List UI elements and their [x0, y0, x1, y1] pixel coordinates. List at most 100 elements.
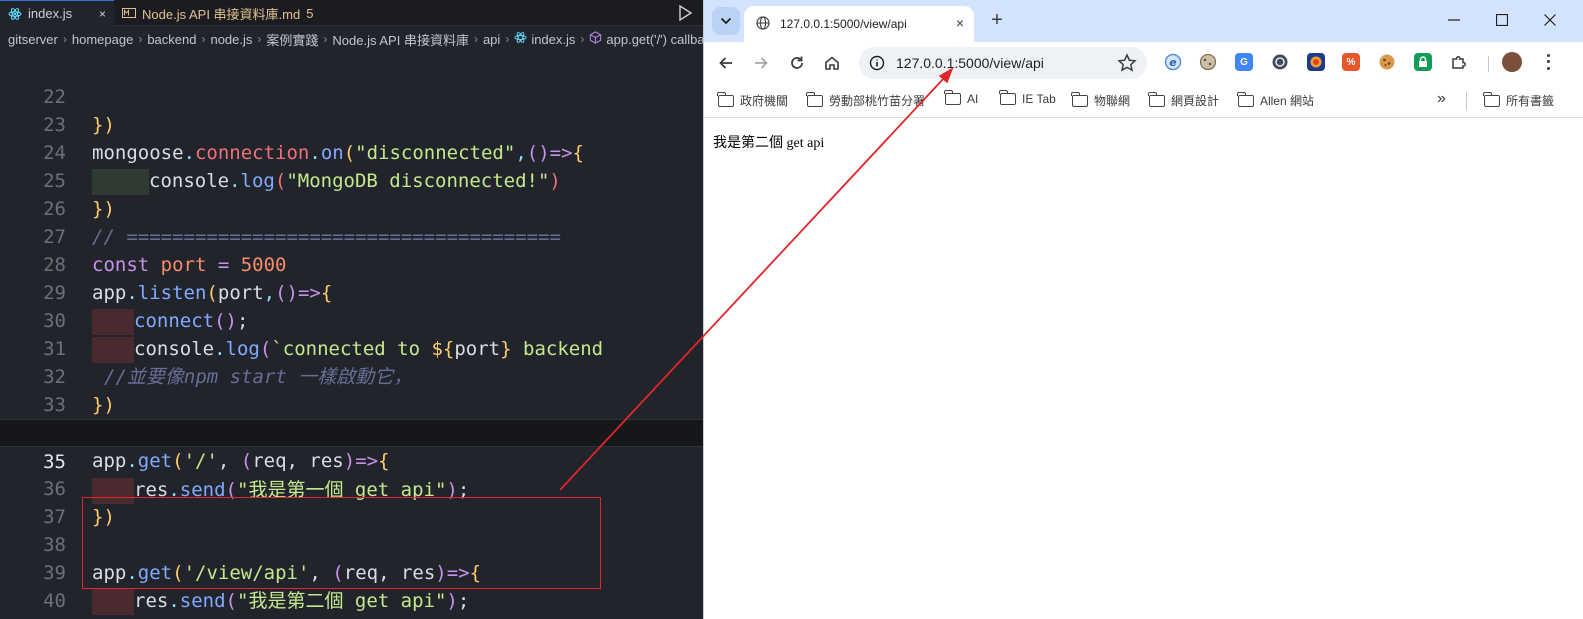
chevron-right-icon: › [257, 32, 262, 46]
profile-avatar[interactable] [1502, 52, 1522, 72]
folder-icon [1237, 91, 1254, 107]
new-tab-button[interactable]: + [986, 9, 1008, 31]
chevron-right-icon: › [323, 32, 328, 46]
bookmark-label: 物聯網 [1094, 94, 1131, 108]
breadcrumb-item[interactable]: Node.js API 串接資料庫 [332, 30, 469, 49]
more-menu-icon[interactable] [1542, 52, 1554, 72]
bookmark-label: 所有書籤 [1506, 94, 1555, 108]
home-button[interactable] [820, 51, 844, 75]
bookmark-folder[interactable]: 網頁設計 [1148, 91, 1219, 109]
firefox-ext-icon[interactable] [1307, 53, 1325, 71]
tab-index-js[interactable]: index.js × [0, 0, 114, 26]
chevron-right-icon: › [138, 32, 143, 46]
bookmarks-divider [1466, 92, 1467, 110]
breadcrumb-item[interactable]: node.js [210, 32, 252, 47]
minimize-button[interactable] [1442, 8, 1466, 32]
folder-icon [944, 90, 961, 105]
breadcrumb-item[interactable]: 案例實踐 [266, 30, 318, 49]
bookmark-folder[interactable]: Allen 網站 [1237, 91, 1315, 109]
code-line: 31 //並要像npm start 一樣啟動它， [0, 307, 703, 388]
react-icon [8, 7, 22, 21]
address-bar[interactable]: 127.0.0.1:5000/view/api [859, 47, 1147, 79]
window-close-button[interactable] [1538, 8, 1562, 32]
chevron-right-icon: › [62, 32, 67, 46]
breadcrumb-item[interactable]: backend [147, 32, 196, 47]
code-line: 23 mongoose.connection.on("disconnected"… [0, 83, 703, 164]
method-icon [589, 31, 602, 47]
bookmark-folder[interactable]: 政府機關 [717, 91, 788, 109]
code-line: 29 connect(); [0, 251, 703, 335]
puzzle-ext-icon[interactable] [1450, 53, 1468, 71]
cookie2-ext-icon[interactable] [1378, 53, 1396, 71]
editor-tab-bar: index.js × Node.js API 串接資料庫.md 5 [0, 0, 703, 26]
cookie-ext-icon[interactable] [1199, 53, 1217, 71]
folder-icon [717, 91, 734, 107]
bookmark-folder[interactable]: 物聯網 [1071, 91, 1131, 109]
bookmark-label: 勞動部桃竹苗分署 [829, 94, 926, 108]
browser-tab-active[interactable]: 127.0.0.1:5000/view/api × [744, 6, 974, 42]
bookmark-folder[interactable]: 勞動部桃竹苗分署 [806, 91, 926, 109]
ie-tab-ext-icon[interactable]: e [1164, 53, 1182, 71]
globe-icon [756, 15, 770, 33]
code-line: 22 }) [0, 55, 703, 136]
chevron-right-icon: › [473, 32, 478, 46]
code-line-active: 35 res.send("我是第一個 get api"); [0, 419, 703, 504]
arrow-right-icon [755, 57, 768, 69]
breadcrumb-item[interactable]: api [483, 32, 500, 47]
arrow-left-icon [719, 57, 732, 69]
chat-ext-icon[interactable] [1271, 53, 1289, 71]
folder-icon [999, 90, 1016, 105]
tab-title: 127.0.0.1:5000/view/api [780, 17, 907, 31]
close-icon[interactable]: × [956, 15, 964, 31]
code-line: 34 app.get('/', (req, res)=>{ [0, 391, 703, 472]
close-icon [1544, 14, 1556, 26]
chevron-right-icon: › [505, 32, 510, 46]
folder-icon [1148, 91, 1165, 107]
code-line: 32 }) [0, 335, 703, 416]
code-line: 36 }) [0, 447, 703, 528]
svg-text:e: e [1169, 56, 1177, 69]
run-icon[interactable] [677, 4, 693, 22]
bookmark-folder[interactable]: AI [944, 90, 978, 106]
breadcrumb: gitserver › homepage › backend › node.js › 案… [0, 27, 703, 51]
reload-icon [791, 56, 803, 69]
breadcrumb-item[interactable]: homepage [72, 32, 133, 47]
bookmarks-bar: 政府機關 勞動部桃竹苗分署 AI IE Tab 物聯網 網頁設計 Allen 網… [704, 84, 1583, 118]
browser-tab-strip: 127.0.0.1:5000/view/api × + [704, 0, 1583, 42]
star-icon[interactable] [1117, 53, 1137, 73]
code-line: 25 }) [0, 139, 703, 220]
code-line: 24 console.log("MongoDB disconnected!") [0, 111, 703, 195]
breadcrumb-item[interactable]: gitserver [8, 32, 58, 47]
code-line: 28 app.listen(port,()=>{ [0, 223, 703, 304]
folder-icon [806, 91, 823, 107]
bookmark-folder[interactable]: IE Tab [999, 90, 1056, 106]
bookmarks-overflow-button[interactable]: » [1437, 90, 1446, 108]
code-line: 33 [0, 363, 703, 416]
markdown-icon [122, 6, 136, 20]
translate-ext-icon[interactable]: G [1235, 53, 1253, 71]
close-icon[interactable]: × [99, 7, 106, 21]
chevron-right-icon: › [580, 32, 585, 46]
bookmark-label: IE Tab [1022, 92, 1056, 106]
percent-ext-icon[interactable]: % [1342, 53, 1360, 71]
all-bookmarks-folder[interactable]: 所有書籤 [1483, 91, 1555, 109]
folder-icon [1071, 91, 1088, 107]
reload-button[interactable] [785, 51, 809, 75]
maximize-button[interactable] [1490, 8, 1514, 32]
problem-count-badge: 5 [306, 5, 314, 21]
url-text[interactable]: 127.0.0.1:5000/view/api [896, 55, 1044, 71]
breadcrumb-item[interactable]: app.get('/') callback [606, 32, 703, 47]
bookmark-label: Allen 網站 [1260, 94, 1315, 108]
breadcrumb-item[interactable]: index.js [531, 32, 575, 47]
react-icon [514, 31, 527, 47]
code-line: 30 console.log(`connected to ${port} bac… [0, 279, 703, 363]
tab-markdown-file[interactable]: Node.js API 串接資料庫.md 5 [114, 0, 340, 26]
code-line: 26 // ==================================… [0, 167, 703, 248]
tab-search-button[interactable] [712, 7, 740, 35]
back-button[interactable] [714, 51, 738, 75]
code-line: 41 [0, 587, 703, 619]
forward-button[interactable] [749, 51, 773, 75]
code-line: 27 const port = 5000 [0, 195, 703, 276]
lock-ext-icon[interactable] [1414, 53, 1432, 71]
site-info-icon[interactable] [867, 53, 887, 73]
